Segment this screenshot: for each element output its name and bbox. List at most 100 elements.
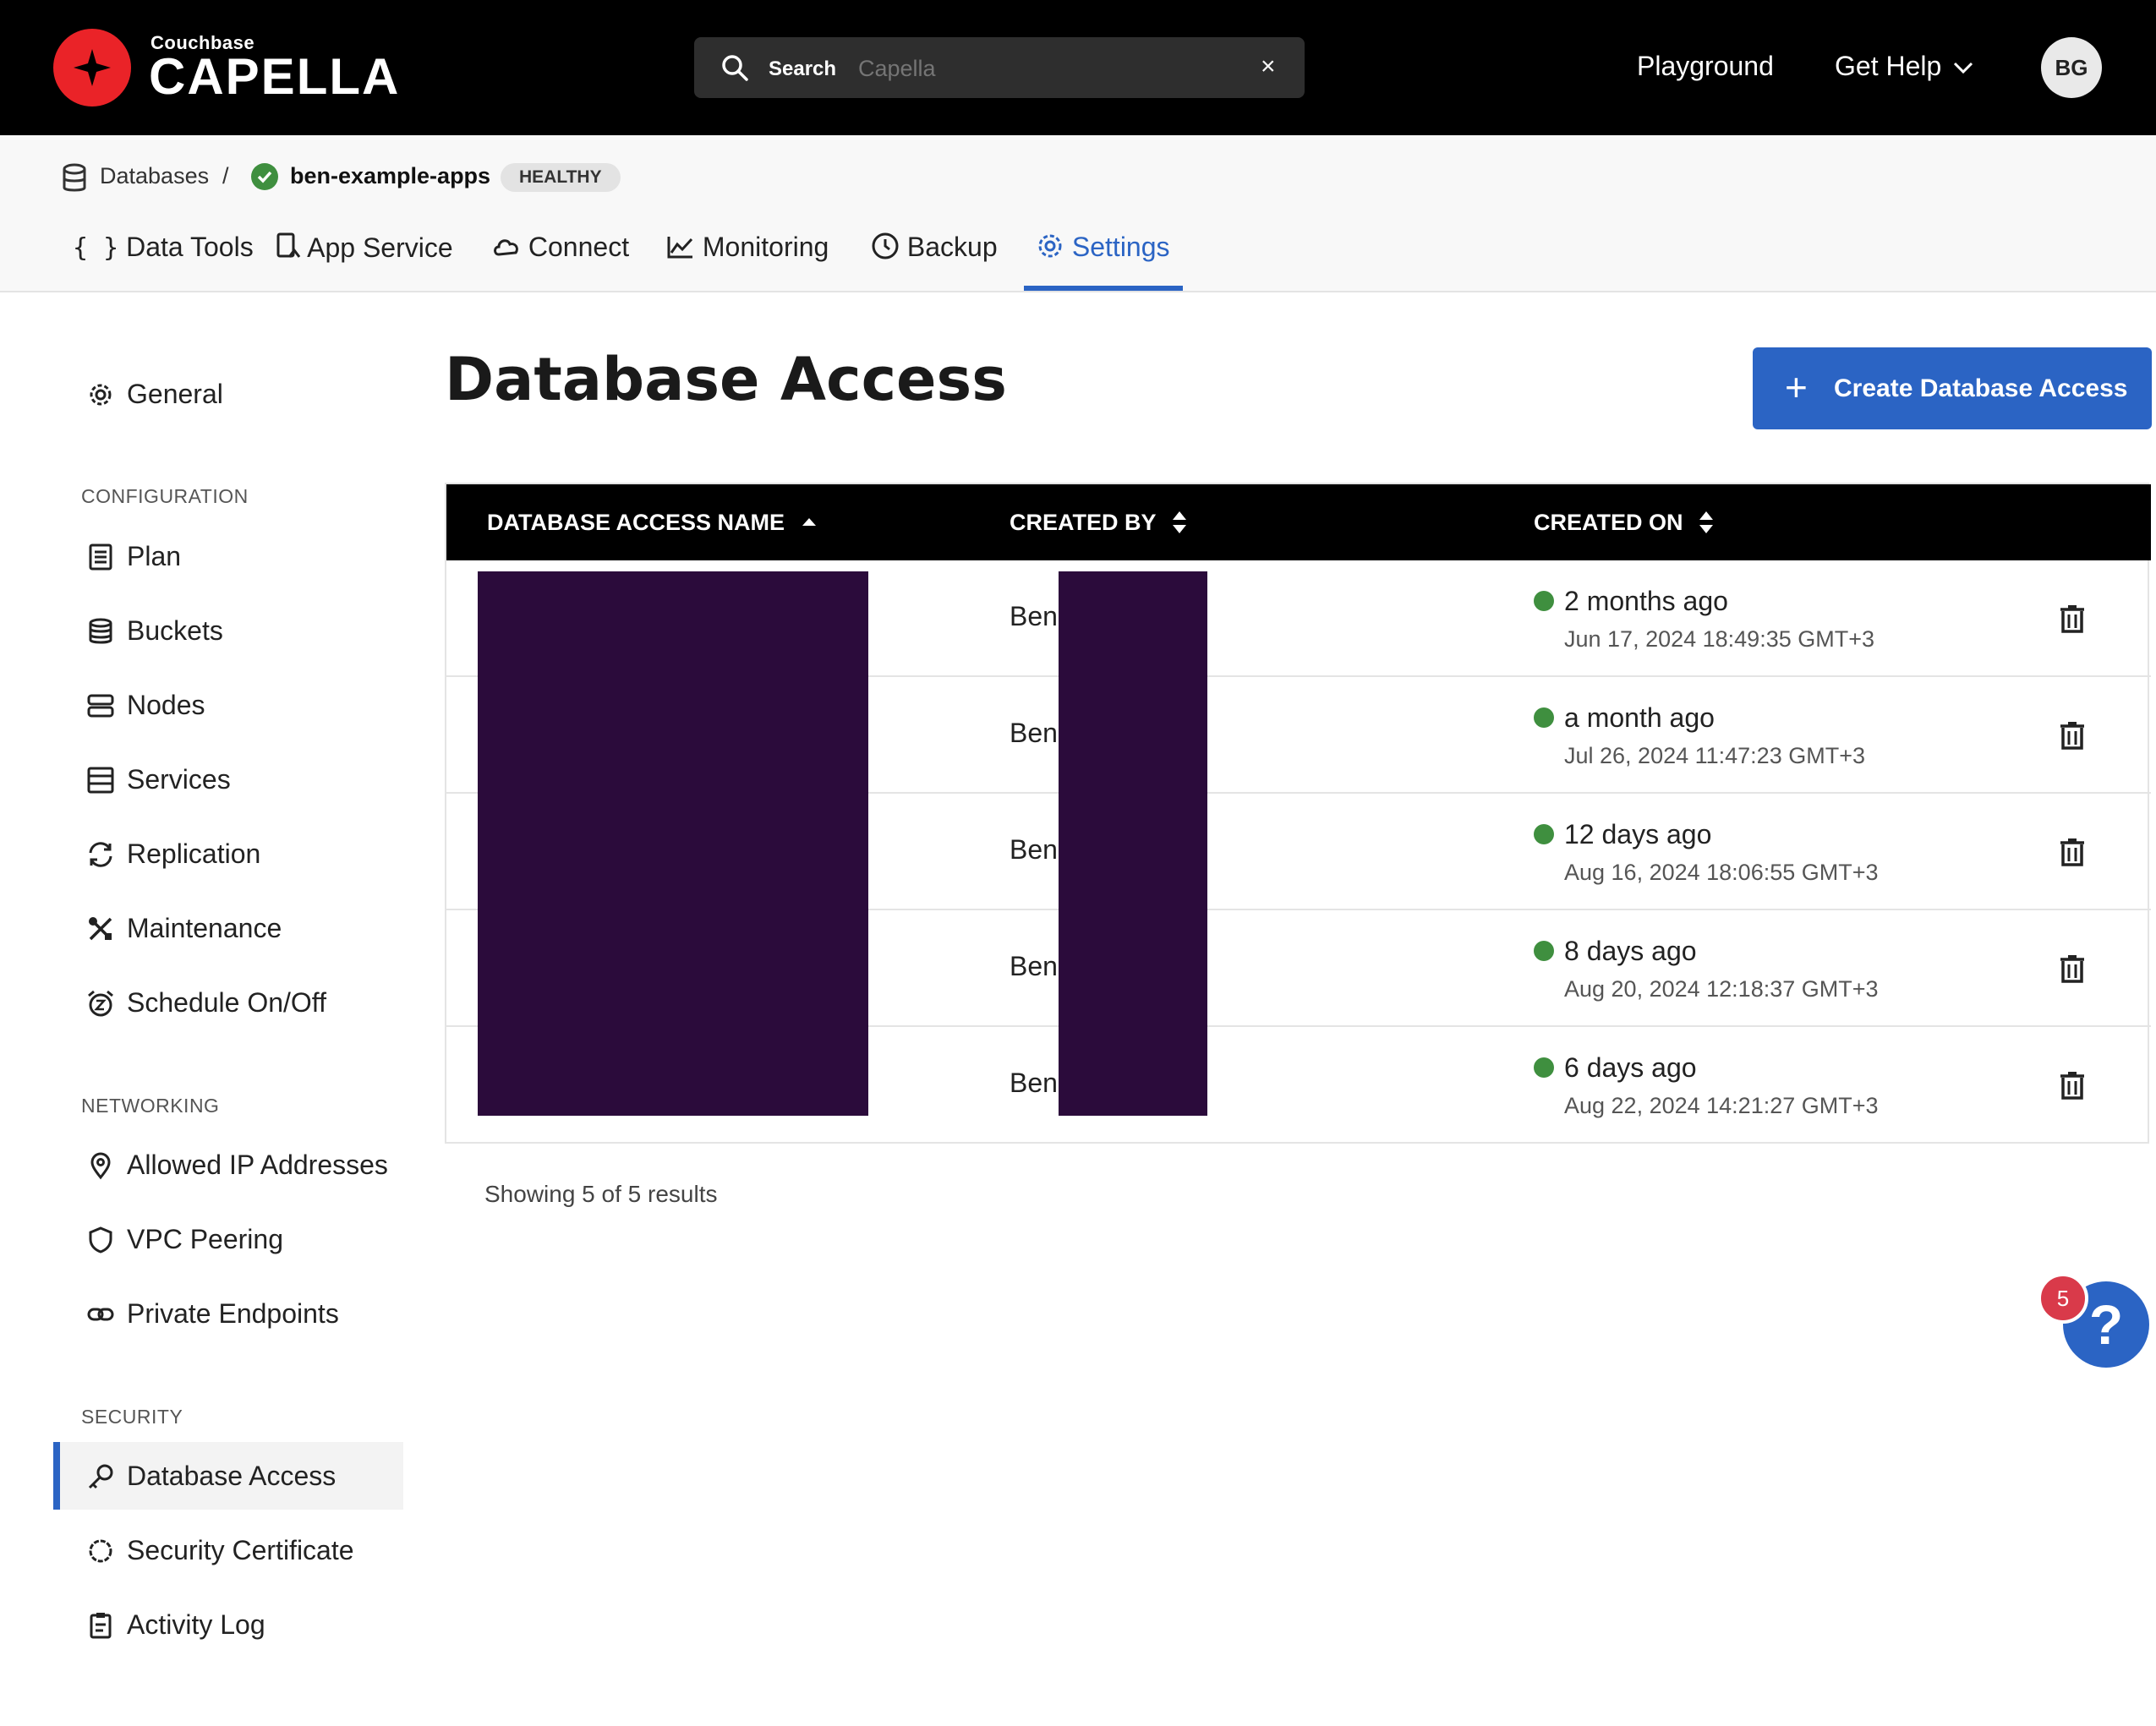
active-tab-indicator (1024, 286, 1183, 291)
alarm-clock-icon (88, 990, 113, 1017)
sidebar-item-general[interactable]: General (127, 379, 223, 410)
braces-icon: { } (73, 233, 119, 263)
created-timestamp: Aug 16, 2024 18:06:55 GMT+3 (1564, 860, 1879, 885)
search-bar[interactable]: Search × (694, 37, 1305, 98)
sidebar-item-services[interactable]: Services (127, 764, 231, 795)
sort-icon (1172, 511, 1186, 533)
shield-icon (89, 1226, 112, 1254)
clock-icon (872, 232, 899, 259)
created-relative: 2 months ago (1564, 586, 1728, 616)
trash-icon[interactable] (2056, 836, 2088, 868)
playground-link[interactable]: Playground (1637, 51, 1774, 82)
sidebar-item-vpc-peering[interactable]: VPC Peering (127, 1224, 283, 1255)
created-by-cell: Ben (1010, 601, 1058, 631)
nodes-icon (87, 694, 114, 718)
created-timestamp: Jul 26, 2024 11:47:23 GMT+3 (1564, 743, 1865, 768)
trash-icon[interactable] (2056, 1069, 2088, 1101)
redacted-creator-names (1059, 571, 1207, 1116)
created-relative: 12 days ago (1564, 819, 1712, 849)
sidebar-item-replication[interactable]: Replication (127, 838, 260, 870)
tab-label: Backup (906, 232, 998, 262)
bucket-icon (89, 618, 112, 644)
created-timestamp: Jun 17, 2024 18:49:35 GMT+3 (1564, 626, 1875, 652)
trash-icon[interactable] (2056, 719, 2088, 751)
created-relative: a month ago (1564, 702, 1715, 733)
tab-label: App Service (307, 232, 453, 263)
replication-icon (89, 842, 112, 867)
gear-icon (1038, 234, 1062, 258)
tab-label: Data Tools (126, 232, 254, 262)
tab-data-tools[interactable]: { } Data Tools (73, 232, 254, 263)
breadcrumb-separator: / (222, 163, 229, 188)
sidebar-heading-security: SECURITY (81, 1406, 183, 1428)
trash-icon[interactable] (2056, 603, 2088, 635)
sidebar-item-plan[interactable]: Plan (127, 541, 181, 572)
sidebar-item-schedule[interactable]: Schedule On/Off (127, 987, 326, 1019)
column-header-created-on[interactable]: CREATED ON (1534, 510, 1715, 536)
status-dot (1534, 1057, 1554, 1078)
get-help-label: Get Help (1835, 51, 1942, 81)
user-avatar[interactable]: BG (2041, 37, 2102, 98)
trash-icon[interactable] (2056, 953, 2088, 985)
tab-label: Connect (528, 232, 630, 262)
key-icon (88, 1464, 113, 1489)
sidebar-heading-configuration: CONFIGURATION (81, 485, 249, 507)
line-chart-icon (667, 237, 693, 259)
app-service-icon (276, 232, 301, 258)
get-help-menu[interactable]: Get Help (1835, 51, 1974, 82)
tab-monitoring[interactable]: Monitoring (666, 232, 829, 263)
breadcrumb-databases[interactable]: Databases (100, 163, 209, 189)
column-header-name[interactable]: DATABASE ACCESS NAME (487, 510, 818, 536)
plus-icon: + (1785, 365, 1808, 409)
sidebar-item-buckets[interactable]: Buckets (127, 615, 223, 647)
capella-logo-icon[interactable] (53, 29, 131, 107)
gear-icon (90, 384, 112, 406)
sidebar-item-database-access[interactable]: Database Access (127, 1461, 336, 1492)
status-dot (1534, 824, 1554, 844)
create-database-access-button[interactable]: + Create Database Access (1753, 347, 2152, 429)
breadcrumb-database-name[interactable]: ben-example-apps (290, 163, 490, 189)
tab-app-service[interactable]: App Service (276, 232, 453, 264)
sidebar-item-allowed-ip[interactable]: Allowed IP Addresses (127, 1150, 388, 1181)
link-icon (87, 1308, 114, 1321)
created-timestamp: Aug 20, 2024 12:18:37 GMT+3 (1564, 976, 1879, 1002)
database-subheader (0, 135, 2156, 292)
tab-backup[interactable]: Backup (871, 232, 998, 263)
column-label: CREATED ON (1534, 510, 1683, 535)
search-label: Search (769, 57, 837, 80)
sidebar-item-private-endpoints[interactable]: Private Endpoints (127, 1298, 339, 1330)
clear-search-icon[interactable]: × (1261, 52, 1276, 81)
status-dot (1534, 591, 1554, 611)
tab-connect[interactable]: Connect (492, 232, 629, 263)
sort-ascending-icon (802, 518, 816, 526)
column-label: CREATED BY (1010, 510, 1157, 535)
tab-settings[interactable]: Settings (1036, 232, 1170, 263)
sidebar-item-maintenance[interactable]: Maintenance (127, 913, 282, 944)
page-title: Database Access (445, 345, 1007, 414)
sidebar-item-activity-log[interactable]: Activity Log (127, 1609, 265, 1641)
created-by-cell: Ben (1010, 834, 1058, 865)
services-icon (87, 767, 114, 794)
redacted-access-names (478, 571, 868, 1116)
column-header-created-by[interactable]: CREATED BY (1010, 510, 1188, 536)
clipboard-icon (90, 1613, 112, 1639)
results-count: Showing 5 of 5 results (484, 1181, 718, 1207)
table-header: DATABASE ACCESS NAME CREATED BY CREATED … (446, 484, 2151, 560)
database-icon (63, 163, 86, 192)
sidebar-heading-networking: NETWORKING (81, 1095, 220, 1117)
created-relative: 8 days ago (1564, 936, 1697, 966)
sidebar-item-nodes[interactable]: Nodes (127, 690, 205, 721)
created-timestamp: Aug 22, 2024 14:21:27 GMT+3 (1564, 1093, 1879, 1118)
database-access-table: DATABASE ACCESS NAME CREATED BY CREATED … (445, 483, 2151, 1144)
tab-label: Monitoring (702, 232, 829, 262)
status-dot (1534, 707, 1554, 728)
sort-icon (1699, 511, 1714, 533)
sidebar-item-security-certificate[interactable]: Security Certificate (127, 1535, 354, 1566)
maintenance-icon (89, 917, 112, 941)
created-by-cell: Ben (1010, 1068, 1058, 1098)
location-pin-icon (90, 1152, 111, 1180)
certificate-icon (89, 1539, 112, 1563)
created-by-cell: Ben (1010, 718, 1058, 748)
search-input[interactable] (858, 56, 1196, 82)
plan-icon (89, 543, 112, 571)
